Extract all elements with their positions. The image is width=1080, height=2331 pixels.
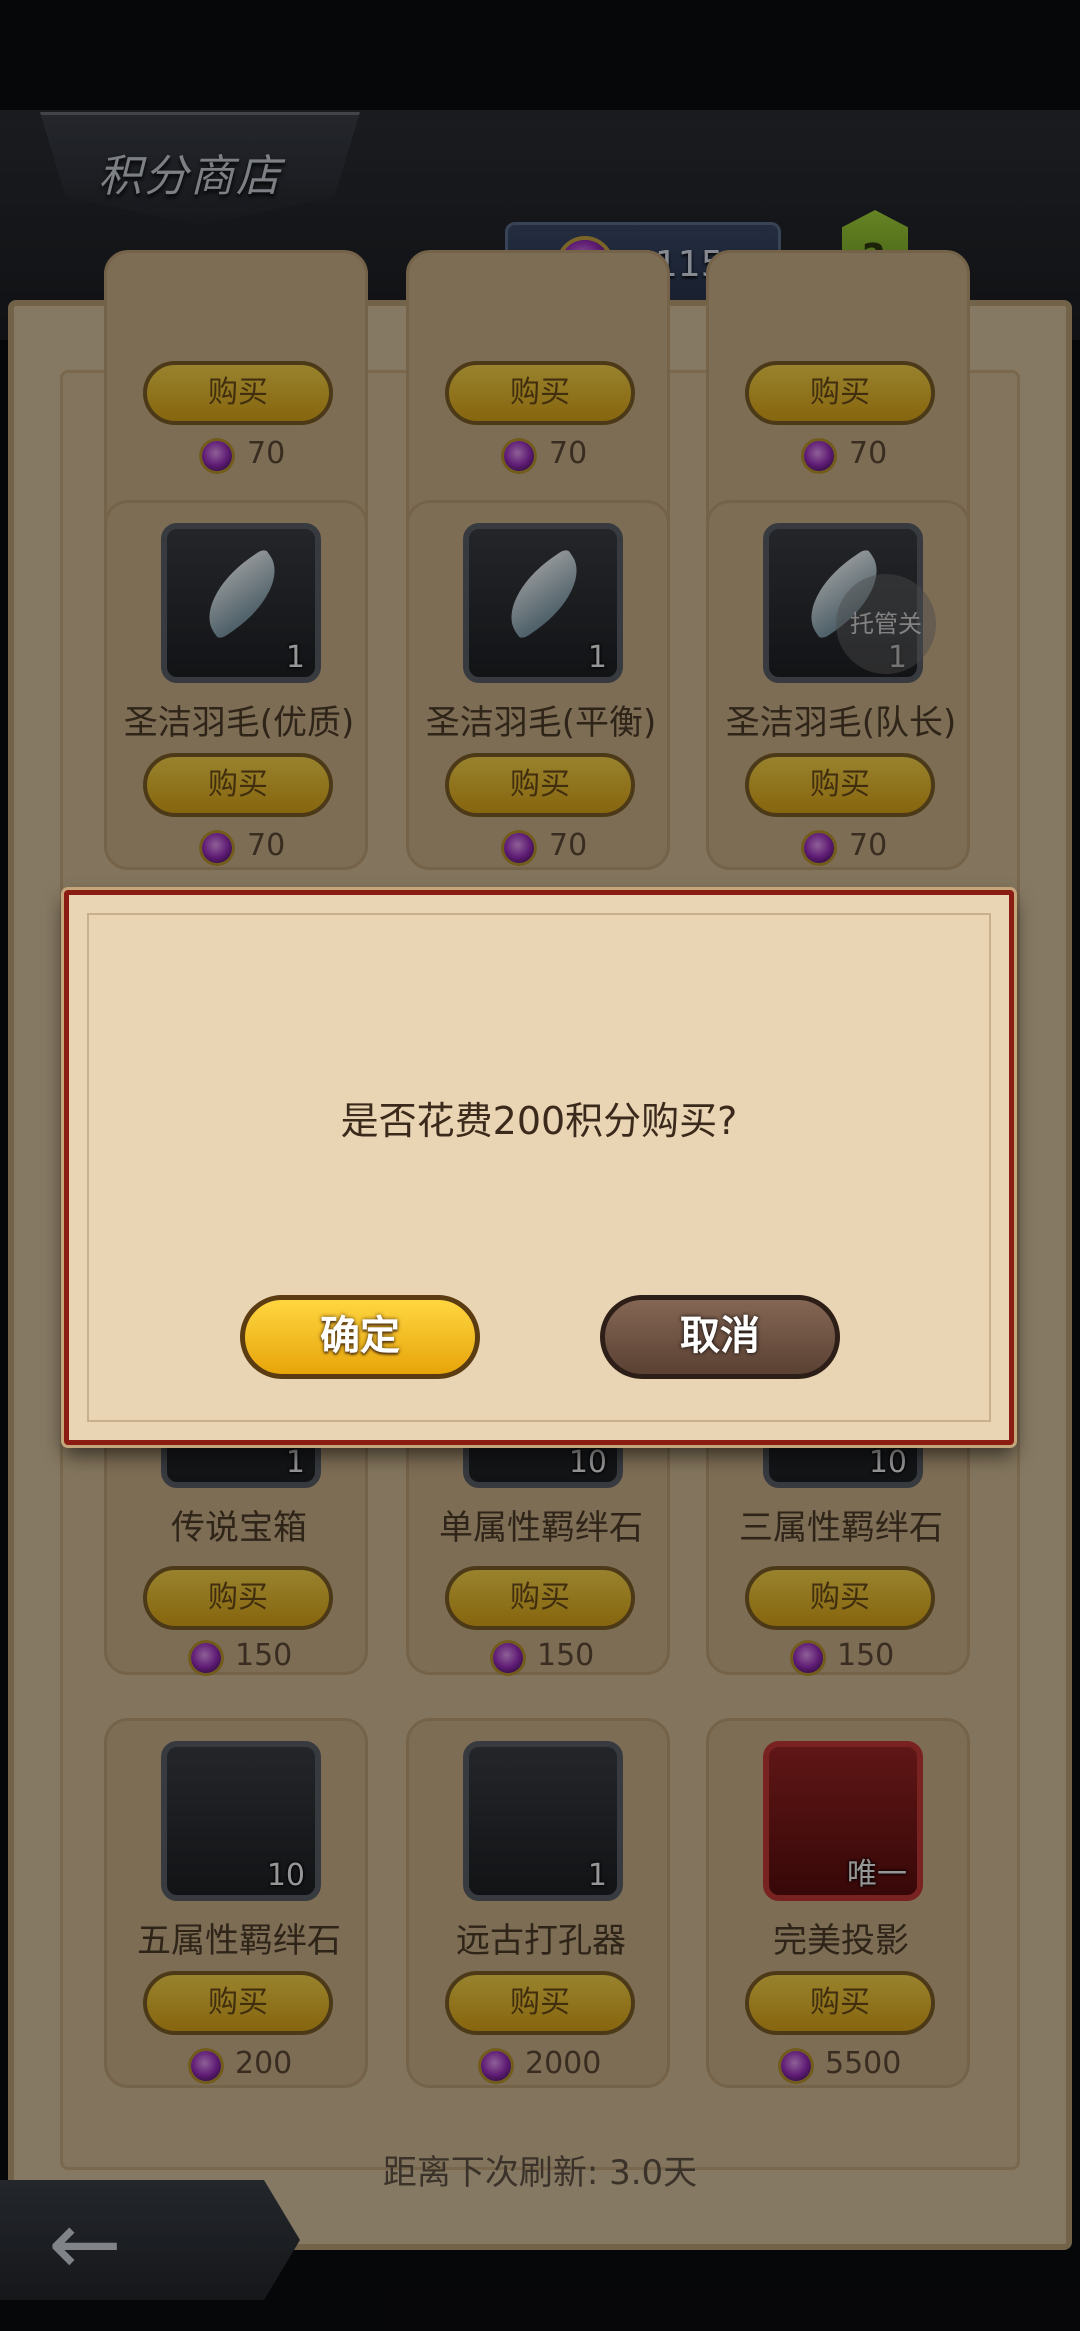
dialog-frame xyxy=(87,913,991,1422)
confirm-button[interactable]: 确定 xyxy=(240,1295,480,1379)
dialog-message: 是否花费200积分购买? xyxy=(340,1099,738,1143)
cancel-button[interactable]: 取消 xyxy=(600,1295,840,1379)
confirm-dialog: 是否花费200积分购买? xyxy=(64,890,1014,1445)
